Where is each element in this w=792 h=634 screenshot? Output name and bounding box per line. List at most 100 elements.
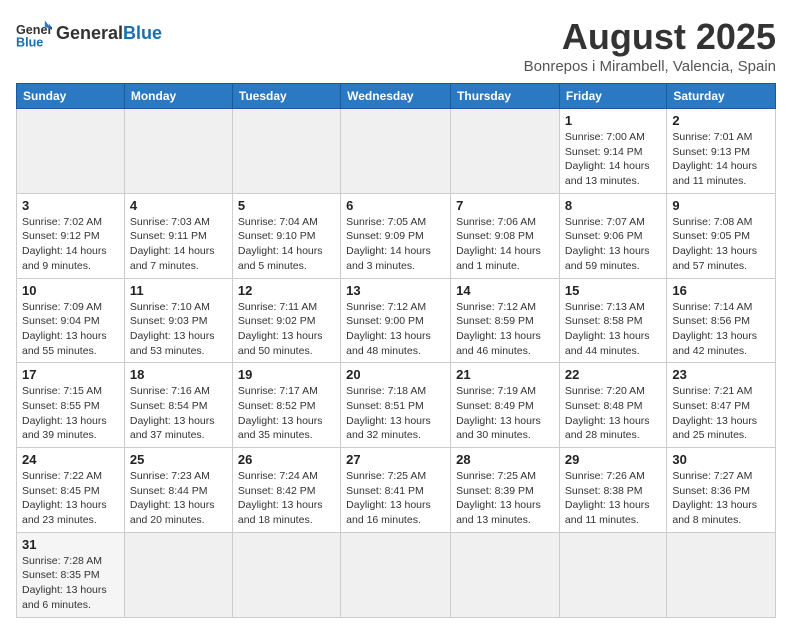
day-number: 13 [346, 283, 445, 298]
calendar-cell: 14Sunrise: 7:12 AM Sunset: 8:59 PM Dayli… [451, 278, 560, 363]
calendar-cell: 2 Sunrise: 7:01 AM Sunset: 9:13 PM Daylig… [667, 109, 776, 194]
calendar-cell: 25Sunrise: 7:23 AM Sunset: 8:44 PM Dayli… [124, 448, 232, 533]
day-info: Sunrise: 7:13 AM Sunset: 8:58 PM Dayligh… [565, 300, 661, 359]
day-number: 24 [22, 452, 119, 467]
day-number: 31 [22, 537, 119, 552]
calendar-cell [559, 532, 666, 617]
day-number: 1 [565, 113, 661, 128]
weekday-header-tuesday: Tuesday [232, 84, 340, 109]
weekday-header-thursday: Thursday [451, 84, 560, 109]
day-info: Sunrise: 7:08 AM Sunset: 9:05 PM Dayligh… [672, 215, 770, 274]
calendar-cell: 20 Sunrise: 7:18 AM Sunset: 8:51 PM Dayli… [341, 363, 451, 448]
week-row-5: 24 Sunrise: 7:22 AM Sunset: 8:45 PM Dayli… [17, 448, 776, 533]
weekday-header-friday: Friday [559, 84, 666, 109]
day-number: 23 [672, 367, 770, 382]
day-number: 30 [672, 452, 770, 467]
day-number: 26 [238, 452, 335, 467]
day-number: 8 [565, 198, 661, 213]
calendar-cell: 22Sunrise: 7:20 AM Sunset: 8:48 PM Dayli… [559, 363, 666, 448]
day-number: 5 [238, 198, 335, 213]
day-number: 29 [565, 452, 661, 467]
calendar-cell [451, 109, 560, 194]
calendar-cell [341, 109, 451, 194]
calendar-cell: 15 Sunrise: 7:13 AM Sunset: 8:58 PM Dayli… [559, 278, 666, 363]
day-info: Sunrise: 7:05 AM Sunset: 9:09 PM Dayligh… [346, 215, 445, 274]
day-number: 21 [456, 367, 554, 382]
month-title: August 2025 [524, 16, 776, 58]
day-number: 16 [672, 283, 770, 298]
day-info: Sunrise: 7:07 AM Sunset: 9:06 PM Dayligh… [565, 215, 661, 274]
day-info: Sunrise: 7:22 AM Sunset: 8:45 PM Dayligh… [22, 469, 119, 528]
calendar-cell: 9Sunrise: 7:08 AM Sunset: 9:05 PM Daylig… [667, 193, 776, 278]
day-info: Sunrise: 7:03 AM Sunset: 9:11 PM Dayligh… [130, 215, 227, 274]
day-info: Sunrise: 7:12 AM Sunset: 8:59 PM Dayligh… [456, 300, 554, 359]
day-number: 17 [22, 367, 119, 382]
svg-text:Blue: Blue [16, 36, 43, 50]
calendar-cell: 28Sunrise: 7:25 AM Sunset: 8:39 PM Dayli… [451, 448, 560, 533]
day-info: Sunrise: 7:06 AM Sunset: 9:08 PM Dayligh… [456, 215, 554, 274]
calendar-cell [341, 532, 451, 617]
day-number: 22 [565, 367, 661, 382]
calendar-cell: 26Sunrise: 7:24 AM Sunset: 8:42 PM Dayli… [232, 448, 340, 533]
logo-text: GeneralBlue [56, 24, 162, 44]
day-info: Sunrise: 7:18 AM Sunset: 8:51 PM Dayligh… [346, 384, 445, 443]
day-number: 3 [22, 198, 119, 213]
calendar-cell: 30 Sunrise: 7:27 AM Sunset: 8:36 PM Dayli… [667, 448, 776, 533]
day-number: 20 [346, 367, 445, 382]
logo: General Blue GeneralBlue [16, 16, 162, 52]
day-number: 2 [672, 113, 770, 128]
day-info: Sunrise: 7:16 AM Sunset: 8:54 PM Dayligh… [130, 384, 227, 443]
day-number: 4 [130, 198, 227, 213]
day-number: 27 [346, 452, 445, 467]
calendar-cell: 12Sunrise: 7:11 AM Sunset: 9:02 PM Dayli… [232, 278, 340, 363]
day-number: 10 [22, 283, 119, 298]
day-number: 18 [130, 367, 227, 382]
calendar-cell: 5 Sunrise: 7:04 AM Sunset: 9:10 PM Daylig… [232, 193, 340, 278]
day-number: 15 [565, 283, 661, 298]
weekday-header-monday: Monday [124, 84, 232, 109]
calendar-cell: 3 Sunrise: 7:02 AM Sunset: 9:12 PM Daylig… [17, 193, 125, 278]
calendar-cell: 11Sunrise: 7:10 AM Sunset: 9:03 PM Dayli… [124, 278, 232, 363]
calendar-cell: 17 Sunrise: 7:15 AM Sunset: 8:55 PM Dayli… [17, 363, 125, 448]
weekday-header-row: SundayMondayTuesdayWednesdayThursdayFrid… [17, 84, 776, 109]
calendar-table: SundayMondayTuesdayWednesdayThursdayFrid… [16, 83, 776, 618]
day-info: Sunrise: 7:04 AM Sunset: 9:10 PM Dayligh… [238, 215, 335, 274]
weekday-header-wednesday: Wednesday [341, 84, 451, 109]
day-info: Sunrise: 7:23 AM Sunset: 8:44 PM Dayligh… [130, 469, 227, 528]
day-info: Sunrise: 7:15 AM Sunset: 8:55 PM Dayligh… [22, 384, 119, 443]
calendar-cell: 4 Sunrise: 7:03 AM Sunset: 9:11 PM Daylig… [124, 193, 232, 278]
week-row-2: 3 Sunrise: 7:02 AM Sunset: 9:12 PM Daylig… [17, 193, 776, 278]
day-number: 7 [456, 198, 554, 213]
day-info: Sunrise: 7:25 AM Sunset: 8:41 PM Dayligh… [346, 469, 445, 528]
calendar-cell: 23Sunrise: 7:21 AM Sunset: 8:47 PM Dayli… [667, 363, 776, 448]
day-number: 6 [346, 198, 445, 213]
week-row-3: 10 Sunrise: 7:09 AM Sunset: 9:04 PM Dayli… [17, 278, 776, 363]
calendar-cell: 21Sunrise: 7:19 AM Sunset: 8:49 PM Dayli… [451, 363, 560, 448]
calendar-cell: 7 Sunrise: 7:06 AM Sunset: 9:08 PM Daylig… [451, 193, 560, 278]
day-info: Sunrise: 7:01 AM Sunset: 9:13 PM Dayligh… [672, 130, 770, 189]
calendar-cell: 29Sunrise: 7:26 AM Sunset: 8:38 PM Dayli… [559, 448, 666, 533]
calendar-cell: 10 Sunrise: 7:09 AM Sunset: 9:04 PM Dayli… [17, 278, 125, 363]
calendar-cell: 31 Sunrise: 7:28 AM Sunset: 8:35 PM Dayli… [17, 532, 125, 617]
page-header: General Blue GeneralBlue August 2025 Bon… [16, 16, 776, 75]
day-info: Sunrise: 7:12 AM Sunset: 9:00 PM Dayligh… [346, 300, 445, 359]
day-info: Sunrise: 7:17 AM Sunset: 8:52 PM Dayligh… [238, 384, 335, 443]
day-info: Sunrise: 7:28 AM Sunset: 8:35 PM Dayligh… [22, 554, 119, 613]
calendar-cell [667, 532, 776, 617]
calendar-cell [124, 109, 232, 194]
calendar-cell [232, 109, 340, 194]
calendar-cell: 19Sunrise: 7:17 AM Sunset: 8:52 PM Dayli… [232, 363, 340, 448]
day-info: Sunrise: 7:10 AM Sunset: 9:03 PM Dayligh… [130, 300, 227, 359]
title-block: August 2025 Bonrepos i Mirambell, Valenc… [524, 16, 776, 75]
calendar-cell [17, 109, 125, 194]
calendar-cell: 16Sunrise: 7:14 AM Sunset: 8:56 PM Dayli… [667, 278, 776, 363]
calendar-cell [232, 532, 340, 617]
day-info: Sunrise: 7:02 AM Sunset: 9:12 PM Dayligh… [22, 215, 119, 274]
calendar-cell [124, 532, 232, 617]
week-row-1: 1Sunrise: 7:00 AM Sunset: 9:14 PM Daylig… [17, 109, 776, 194]
calendar-cell: 1Sunrise: 7:00 AM Sunset: 9:14 PM Daylig… [559, 109, 666, 194]
day-info: Sunrise: 7:27 AM Sunset: 8:36 PM Dayligh… [672, 469, 770, 528]
weekday-header-sunday: Sunday [17, 84, 125, 109]
day-number: 28 [456, 452, 554, 467]
day-info: Sunrise: 7:09 AM Sunset: 9:04 PM Dayligh… [22, 300, 119, 359]
